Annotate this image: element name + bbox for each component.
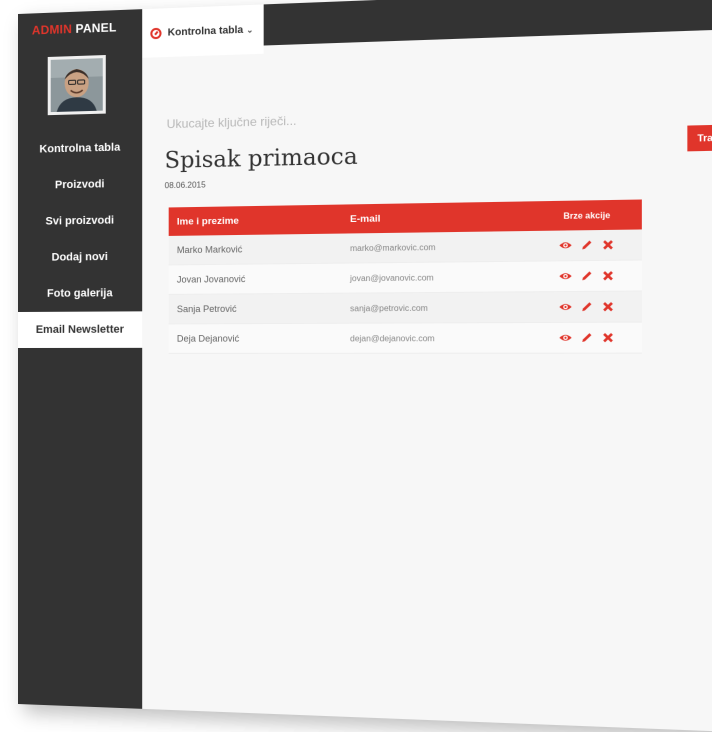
pencil-icon[interactable] — [580, 300, 593, 313]
cell-actions — [532, 229, 642, 262]
pencil-icon[interactable] — [580, 270, 593, 283]
avatar-image — [50, 57, 102, 112]
close-icon[interactable] — [601, 331, 614, 344]
search-button[interactable]: Traži — [687, 124, 712, 152]
dashboard-icon — [150, 27, 162, 39]
sidebar-item-svi-proizvodi[interactable]: Svi proizvodi — [18, 202, 142, 240]
cell-name: Marko Marković — [168, 233, 342, 265]
recipients-table: Ime i prezime E-mail Brze akcije Marko M… — [168, 199, 642, 354]
sidebar-item-email-newsletter[interactable]: Email Newsletter — [18, 311, 143, 348]
cell-email: sanja@petrovic.com — [341, 291, 533, 324]
column-header-actions: Brze akcije — [532, 199, 642, 231]
page-date: 08.06.2015 — [164, 180, 206, 191]
close-icon[interactable] — [601, 300, 614, 313]
cell-actions — [532, 259, 642, 292]
sidebar-nav: Kontrolna tabla Proizvodi Svi proizvodi … — [18, 129, 143, 348]
sidebar-item-foto-galerija[interactable]: Foto galerija — [18, 275, 142, 312]
chevron-down-icon: ⌄ — [246, 24, 254, 35]
pencil-icon[interactable] — [580, 239, 593, 252]
cell-actions — [532, 291, 642, 323]
search-button-label: Traži — [697, 132, 712, 144]
eye-icon[interactable] — [559, 301, 573, 314]
cell-actions — [532, 322, 642, 354]
eye-icon[interactable] — [559, 239, 573, 252]
avatar[interactable] — [47, 55, 106, 116]
table-row: Deja Dejanović dejan@dejanovic.com — [168, 322, 642, 354]
cell-email: dejan@dejanovic.com — [341, 322, 533, 354]
table-row: Marko Marković marko@markovic.com — [168, 229, 642, 265]
eye-icon[interactable] — [559, 331, 573, 344]
column-header-name[interactable]: Ime i prezime — [168, 204, 342, 236]
app-window: ADMIN PANEL Kontrolna tabla Proizvodi Sv… — [18, 0, 712, 732]
brand-logo: ADMIN PANEL — [32, 20, 117, 37]
main-content: Traži Spisak primaoca 08.06.2015 Ime i p… — [142, 38, 712, 732]
table-row: Jovan Jovanović jovan@jovanovic.com — [168, 259, 642, 295]
cell-email: marko@markovic.com — [341, 230, 533, 264]
cell-name: Deja Dejanović — [168, 323, 342, 354]
table-row: Sanja Petrović sanja@petrovic.com — [168, 291, 642, 324]
brand-part-1: ADMIN — [31, 21, 72, 38]
dashboard-tab-label: Kontrolna tabla — [167, 24, 244, 39]
dashboard-tab[interactable]: Kontrolna tabla ⌄ — [142, 4, 264, 58]
cell-name: Sanja Petrović — [168, 293, 342, 324]
cell-email: jovan@jovanovic.com — [341, 261, 533, 294]
page-title: Spisak primaoca — [164, 144, 358, 174]
pencil-icon[interactable] — [580, 331, 593, 344]
cell-name: Jovan Jovanović — [168, 263, 342, 295]
eye-icon[interactable] — [559, 270, 573, 283]
sidebar-item-proizvodi[interactable]: Proizvodi — [18, 165, 142, 204]
sidebar-item-kontrolna-tabla[interactable]: Kontrolna tabla — [18, 129, 142, 168]
brand-part-2: PANEL — [75, 20, 117, 36]
column-header-email[interactable]: E-mail — [341, 201, 533, 234]
sidebar: ADMIN PANEL Kontrolna tabla Proizvodi Sv… — [18, 9, 143, 709]
search-input[interactable] — [164, 95, 676, 139]
close-icon[interactable] — [601, 269, 614, 282]
sidebar-item-dodaj-novi[interactable]: Dodaj novi — [18, 238, 142, 276]
close-icon[interactable] — [601, 238, 614, 251]
